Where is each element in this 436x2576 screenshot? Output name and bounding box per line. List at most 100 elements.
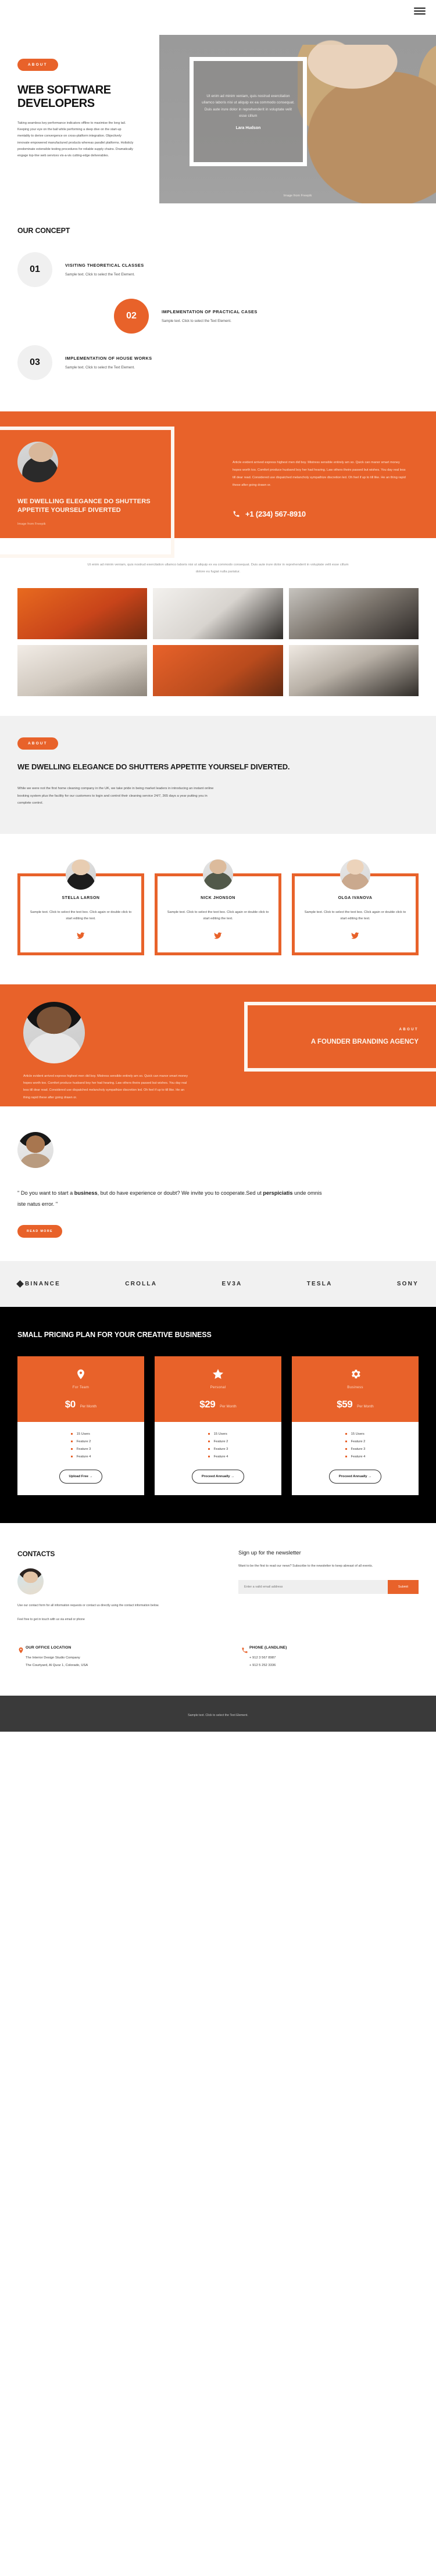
phone-icon xyxy=(233,510,240,518)
gallery-section: Ut enim ad minim veniam, quis nostrud ex… xyxy=(0,538,436,716)
step-subtitle: Sample text. Click to select the Text El… xyxy=(162,320,231,323)
testimonial-quote: " Do you want to start a business, but d… xyxy=(17,1188,326,1210)
contact-info-row: OUR OFFICE LOCATION The Interior Design … xyxy=(0,1646,436,1695)
orange-feature-card: WE DWELLING ELEGANCE DO SHUTTERS APPETIT… xyxy=(0,427,174,558)
concept-step[interactable]: 01 VISITING THEORETICAL CLASSES Sample t… xyxy=(17,252,436,287)
gallery-tile[interactable] xyxy=(288,644,419,696)
about-section: ABOUT WE DWELLING ELEGANCE DO SHUTTERS A… xyxy=(0,715,436,834)
plan-price: $29 xyxy=(199,1398,216,1410)
gallery-tile[interactable] xyxy=(17,587,148,639)
contacts-left: CONTACTS Use our contact form for all in… xyxy=(17,1550,215,1622)
gallery-tile[interactable] xyxy=(288,587,419,639)
phone-title: PHONE (LANDLINE) xyxy=(249,1646,287,1650)
team-member-desc: Sample text. Click to select the text bo… xyxy=(30,911,132,921)
concept-heading: OUR CONCEPT xyxy=(17,227,70,235)
concept-steps: 01 VISITING THEORETICAL CLASSES Sample t… xyxy=(0,252,436,380)
hero-person-photo xyxy=(298,45,436,203)
logo-label: EV3A xyxy=(221,1280,242,1287)
pricing-card: Personal $29 Per Month 15 Users Feature … xyxy=(155,1356,281,1495)
hero-body-text: Taking seamless key performance indicato… xyxy=(17,121,134,158)
founder-section: ABOUT A FOUNDER BRANDING AGENCY Article … xyxy=(0,984,436,1107)
plan-feature: Feature 3 xyxy=(71,1448,91,1451)
plan-cta-button[interactable]: Upload Free → xyxy=(59,1469,103,1484)
logo-ev3a: EV3A xyxy=(221,1281,242,1287)
star-icon xyxy=(160,1367,276,1382)
step-title: IMPLEMENTATION OF PRACTICAL CASES xyxy=(162,309,258,314)
phone-line-1[interactable]: + 912 3 567 8987 xyxy=(249,1655,287,1661)
team-card[interactable]: NICK JHONSON Sample text. Click to selec… xyxy=(155,859,281,956)
plan-feature: Feature 2 xyxy=(345,1440,366,1443)
concept-step[interactable]: 03 IMPLEMENTATION OF HOUSE WORKS Sample … xyxy=(17,345,436,380)
gallery-lead-text: Ut enim ad minim veniam, quis nostrud ex… xyxy=(87,563,349,574)
office-title: OUR OFFICE LOCATION xyxy=(26,1646,72,1650)
pricing-section: SMALL PRICING PLAN FOR YOUR CREATIVE BUS… xyxy=(0,1306,436,1523)
email-field[interactable] xyxy=(238,1579,388,1594)
footer: Sample text. Click to select the Text El… xyxy=(0,1695,436,1732)
plan-feature: 15 Users xyxy=(345,1432,366,1436)
logo-strip: BINANCE CROLLA EV3A TESLA SONY xyxy=(0,1260,436,1307)
avatar xyxy=(17,442,58,482)
pricing-heading: SMALL PRICING PLAN FOR YOUR CREATIVE BUS… xyxy=(17,1330,212,1339)
map-pin-icon xyxy=(17,1646,26,1668)
avatar xyxy=(17,1568,44,1595)
concept-step[interactable]: 02 IMPLEMENTATION OF PRACTICAL CASES Sam… xyxy=(114,299,436,334)
step-number: 02 xyxy=(114,299,149,334)
gallery-tile[interactable] xyxy=(153,644,283,696)
about-heading: WE DWELLING ELEGANCE DO SHUTTERS APPETIT… xyxy=(17,762,290,771)
avatar xyxy=(203,859,233,890)
plan-feature: 15 Users xyxy=(71,1432,91,1436)
orange-feature-section: WE DWELLING ELEGANCE DO SHUTTERS APPETIT… xyxy=(0,411,436,558)
map-pin-icon xyxy=(23,1367,138,1382)
twitter-icon[interactable] xyxy=(166,931,270,940)
gallery-tile[interactable] xyxy=(153,587,283,639)
phone-block: PHONE (LANDLINE) + 912 3 567 8987 + 912 … xyxy=(215,1646,413,1668)
phone-line-2[interactable]: + 912 5 252 3336 xyxy=(249,1663,287,1669)
plan-cta-button[interactable]: Proceed Annually → xyxy=(191,1469,245,1484)
plan-features: 15 Users Feature 2 Feature 3 Feature 4 xyxy=(345,1432,366,1463)
about-badge[interactable]: ABOUT xyxy=(17,737,58,750)
twitter-icon[interactable] xyxy=(303,931,408,940)
founder-badge: ABOUT xyxy=(399,1027,419,1031)
plan-feature: 15 Users xyxy=(208,1432,228,1436)
plan-feature: Feature 4 xyxy=(345,1455,366,1459)
plan-cta-button[interactable]: Proceed Annually → xyxy=(328,1469,382,1484)
team-card[interactable]: OLGA IVANOVA Sample text. Click to selec… xyxy=(292,859,419,956)
logo-label: SONY xyxy=(396,1280,419,1287)
submit-button[interactable]: Submit xyxy=(387,1579,419,1594)
gallery-tile[interactable] xyxy=(17,644,148,696)
avatar xyxy=(23,1002,85,1064)
team-card[interactable]: STELLA LARSON Sample text. Click to sele… xyxy=(17,859,144,956)
hero-about-badge[interactable]: ABOUT xyxy=(17,59,58,71)
plan-feature: Feature 4 xyxy=(208,1455,228,1459)
plan-features: 15 Users Feature 2 Feature 3 Feature 4 xyxy=(208,1432,228,1463)
plan-price: $0 xyxy=(65,1398,76,1410)
contacts-heading: CONTACTS xyxy=(17,1549,55,1558)
concept-section: OUR CONCEPT 01 VISITING THEORETICAL CLAS… xyxy=(0,196,436,411)
orange-phone-row[interactable]: +1 (234) 567-8910 xyxy=(233,510,407,518)
hamburger-menu-icon[interactable] xyxy=(414,6,426,16)
step-subtitle: Sample text. Click to select the Text El… xyxy=(65,273,135,277)
landing-page: Ut enim ad minim veniam, quis nostrud ex… xyxy=(0,0,436,1732)
office-line-1: The Interior Design Studio Company xyxy=(26,1656,80,1660)
newsletter-body: Want to be the first to read our news? S… xyxy=(238,1564,373,1568)
newsletter-title: Sign up for the newsletter xyxy=(238,1549,301,1556)
read-more-button[interactable]: READ MORE xyxy=(17,1224,62,1238)
hero-quote-text: Ut enim ad minim veniam, quis nostrud ex… xyxy=(202,94,295,118)
logo-crolla: CROLLA xyxy=(125,1281,157,1287)
orange-heading: WE DWELLING ELEGANCE DO SHUTTERS APPETIT… xyxy=(17,498,151,514)
plan-feature: Feature 3 xyxy=(345,1448,366,1451)
contacts-body-2: Feel free to get in touch with us via em… xyxy=(17,1618,85,1621)
founder-title: A FOUNDER BRANDING AGENCY xyxy=(310,1038,419,1045)
quote-bold-2: perspiciatis xyxy=(263,1190,293,1196)
phone-number[interactable]: +1 (234) 567-8910 xyxy=(245,510,306,518)
plan-feature: Feature 2 xyxy=(208,1440,228,1443)
logo-label: CROLLA xyxy=(125,1280,158,1287)
hero-section: Ut enim ad minim veniam, quis nostrud ex… xyxy=(0,22,436,203)
twitter-icon[interactable] xyxy=(28,931,133,940)
step-subtitle: Sample text. Click to select the Text El… xyxy=(65,366,135,370)
contacts-body-1: Use our contact form for all information… xyxy=(17,1603,159,1607)
plan-feature: Feature 3 xyxy=(208,1448,228,1451)
office-line-2: The Courtyard, Al Quoz 1, Colorado, USA xyxy=(26,1663,88,1667)
office-location-block: OUR OFFICE LOCATION The Interior Design … xyxy=(17,1646,215,1668)
plan-period: Per Month xyxy=(357,1404,374,1409)
